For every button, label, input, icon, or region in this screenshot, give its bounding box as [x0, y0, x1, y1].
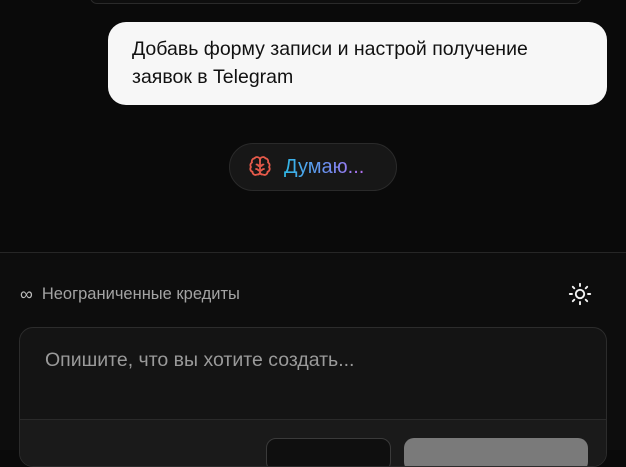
secondary-action-button[interactable]: [266, 438, 391, 466]
prompt-box: [19, 327, 607, 467]
user-message-bubble: Добавь форму записи и настрой получение …: [108, 22, 607, 105]
brain-icon: [248, 155, 272, 179]
credits-label: Неограниченные кредиты: [41, 284, 240, 303]
thinking-indicator: Думаю...: [229, 143, 397, 191]
user-message-text: Добавь форму записи и настрой получение …: [132, 38, 528, 88]
primary-action-button[interactable]: [404, 438, 588, 466]
thinking-label: Думаю...: [284, 155, 365, 178]
sun-icon: [568, 282, 592, 306]
theme-toggle-button[interactable]: [567, 281, 593, 307]
prompt-toolbar: [20, 419, 606, 466]
infinity-icon: ∞: [20, 284, 33, 304]
credits-indicator: ∞ Неограниченные кредиты: [20, 283, 240, 305]
previous-message-edge: [90, 0, 582, 4]
prompt-input[interactable]: [20, 328, 606, 418]
chat-area: Добавь форму записи и настрой получение …: [0, 0, 626, 252]
